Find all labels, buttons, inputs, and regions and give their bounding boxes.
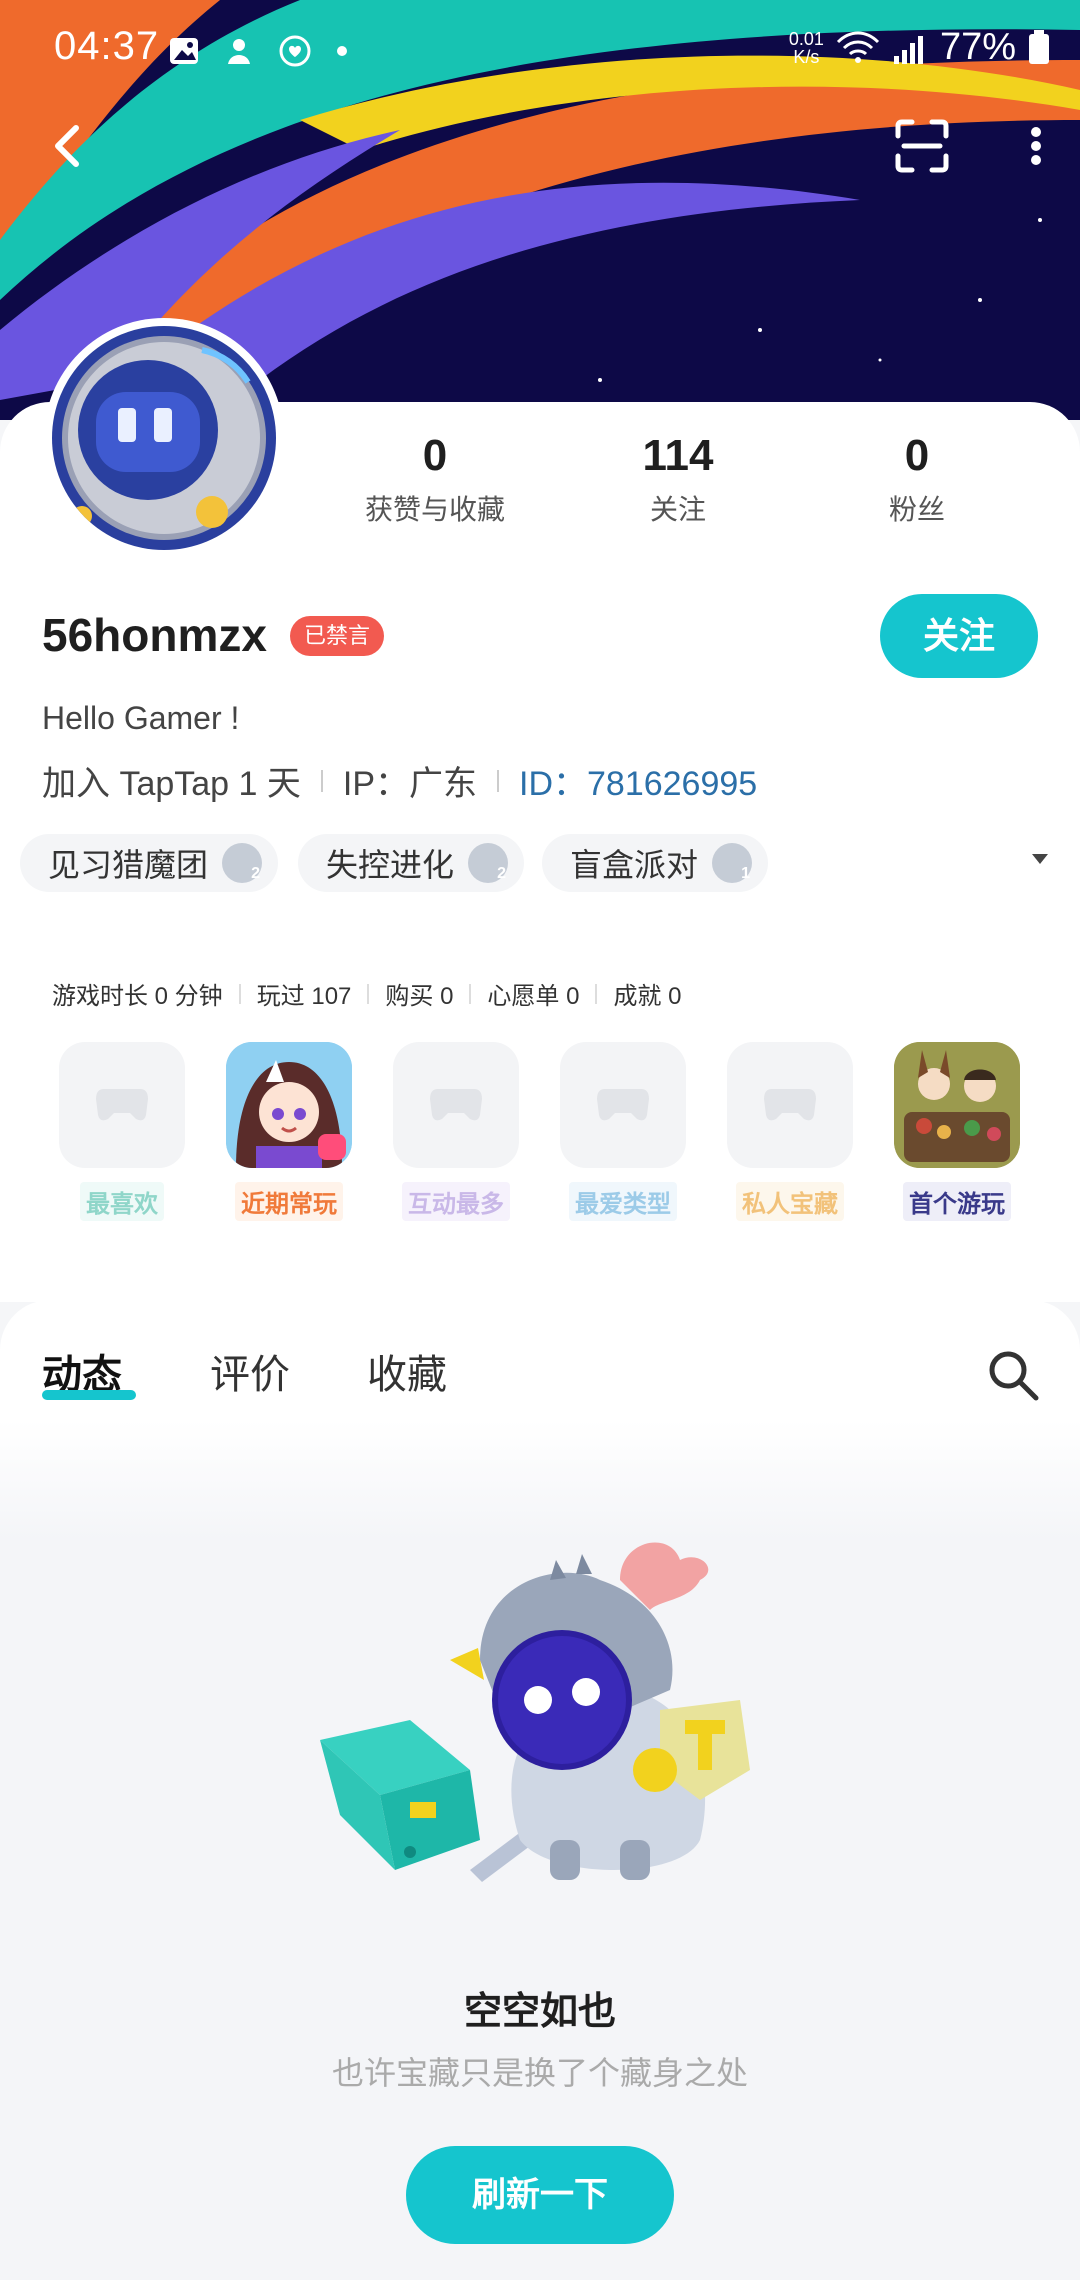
search-icon[interactable] [986, 1348, 1040, 1402]
network-speed-value: 0.01 [788, 28, 824, 49]
badge-tags: 见习猎魔团 2 失控进化 2 盲盒派对 1 [20, 834, 1060, 894]
game-label: 近期常玩 [235, 1182, 343, 1221]
tag-label: 失控进化 [326, 847, 455, 883]
divider [238, 983, 241, 1004]
game-cover-image [894, 1042, 1020, 1168]
divider [595, 983, 598, 1004]
game-label: 私人宝藏 [736, 1182, 844, 1221]
play-time[interactable]: 游戏时长 0 分钟 [52, 976, 223, 1011]
cell-signal-icon [893, 35, 923, 64]
game-cover-image [226, 1042, 352, 1168]
divider [497, 769, 500, 792]
avatar-image [52, 326, 276, 550]
game-private-treasure[interactable]: 私人宝藏 [726, 1042, 854, 1221]
back-icon[interactable] [40, 116, 100, 176]
stat-followers-label: 粉丝 [888, 494, 945, 525]
wifi-icon [836, 31, 879, 63]
games-card: 游戏时长 0 分钟 玩过 107 购买 0 心愿单 0 成就 0 最喜欢 近期常… [22, 946, 1058, 1246]
game-tile [560, 1042, 686, 1168]
status-notification-icons [168, 34, 348, 68]
user-id[interactable]: ID：781626995 [519, 756, 757, 805]
stat-following-label: 关注 [649, 494, 706, 525]
scan-icon[interactable] [892, 116, 952, 176]
username: 56honmzx [42, 609, 267, 661]
tag-label: 盲盒派对 [570, 847, 699, 883]
tag-level: 1 [741, 865, 751, 882]
game-tile [727, 1042, 853, 1168]
heart-sync-icon [279, 35, 311, 67]
tag-level: 2 [251, 865, 261, 882]
game-most-interactive[interactable]: 互动最多 [392, 1042, 520, 1221]
empty-state-illustration [320, 1542, 750, 1882]
purchased-count[interactable]: 购买 0 [385, 976, 453, 1011]
divider [367, 983, 370, 1004]
played-count[interactable]: 玩过 107 [257, 976, 352, 1011]
tag-level: 2 [497, 865, 507, 882]
wishlist-count[interactable]: 心愿单 0 [487, 976, 579, 1011]
banned-badge: 已禁言 [290, 616, 385, 656]
games-stats: 游戏时长 0 分钟 玩过 107 购买 0 心愿单 0 成就 0 [52, 976, 681, 1011]
battery-percent: 77% [939, 26, 1016, 68]
follow-button[interactable]: 关注 [880, 594, 1038, 678]
bio: Hello Gamer ! [42, 700, 240, 736]
stat-following-value: 114 [642, 431, 714, 480]
gallery-icon [170, 38, 198, 64]
divider [320, 769, 323, 792]
network-speed: 0.01 K/s [789, 30, 824, 66]
tag-level-icon: 1 [712, 843, 753, 883]
stat-likes[interactable]: 0 获赞与收藏 [325, 430, 545, 528]
achievement-count[interactable]: 成就 0 [613, 976, 681, 1011]
tab-reviews[interactable]: 评价 [210, 1342, 290, 1400]
stat-followers-value: 0 [904, 431, 930, 480]
top-nav [0, 110, 1080, 190]
game-label: 最爱类型 [569, 1182, 677, 1221]
game-tile [894, 1042, 1020, 1168]
avatar[interactable] [44, 318, 284, 558]
status-time: 04:37 [54, 24, 160, 68]
stat-likes-value: 0 [422, 431, 448, 480]
network-speed-unit: K/s [793, 46, 820, 67]
tag-item[interactable]: 盲盒派对 1 [542, 834, 769, 892]
tag-level-icon: 2 [468, 843, 509, 883]
refresh-button[interactable]: 刷新一下 [406, 2146, 674, 2244]
game-tile [59, 1042, 185, 1168]
battery-icon [1029, 29, 1049, 64]
more-options-icon[interactable] [1000, 116, 1060, 176]
status-right: 0.01 K/s 77% [789, 26, 1050, 69]
stat-following[interactable]: 114 关注 [568, 430, 788, 528]
divider [469, 983, 472, 1004]
game-favorite-type[interactable]: 最爱类型 [559, 1042, 687, 1221]
active-tab-indicator [42, 1390, 136, 1400]
tag-label: 见习猎魔团 [48, 847, 209, 883]
tab-collections[interactable]: 收藏 [367, 1342, 447, 1400]
tag-level-icon: 2 [222, 843, 263, 883]
ip-location: IP：广东 [342, 765, 478, 803]
tag-item[interactable]: 见习猎魔团 2 [20, 834, 279, 892]
stat-followers[interactable]: 0 粉丝 [807, 430, 1027, 528]
tag-item[interactable]: 失控进化 2 [298, 834, 525, 892]
gamepad-icon [430, 1089, 482, 1121]
game-recent[interactable]: 近期常玩 [225, 1042, 353, 1221]
tags-expand-icon[interactable] [1032, 854, 1048, 864]
game-tile [393, 1042, 519, 1168]
empty-state-title: 空空如也 [463, 1991, 616, 2033]
join-info: 加入 TapTap 1 天 [42, 765, 301, 803]
game-label: 最喜欢 [80, 1182, 164, 1221]
app-notification-icon [228, 39, 250, 64]
gamepad-icon [597, 1089, 649, 1121]
stat-likes-label: 获赞与收藏 [364, 494, 505, 525]
status-bar: 04:37 0.01 K/s 77% [0, 0, 1080, 100]
gamepad-icon [764, 1089, 816, 1121]
empty-state-subtitle: 也许宝藏只是换了个藏身之处 [331, 2055, 748, 2091]
game-tile [226, 1042, 352, 1168]
game-label: 首个游玩 [903, 1182, 1011, 1221]
game-label: 互动最多 [402, 1182, 510, 1221]
game-favorite[interactable]: 最喜欢 [58, 1042, 186, 1221]
profile-meta: 加入 TapTap 1 天 IP：广东 ID：781626995 [42, 756, 757, 805]
dot-icon [337, 46, 347, 56]
game-first-played[interactable]: 首个游玩 [893, 1042, 1021, 1221]
gamepad-icon [96, 1089, 148, 1121]
